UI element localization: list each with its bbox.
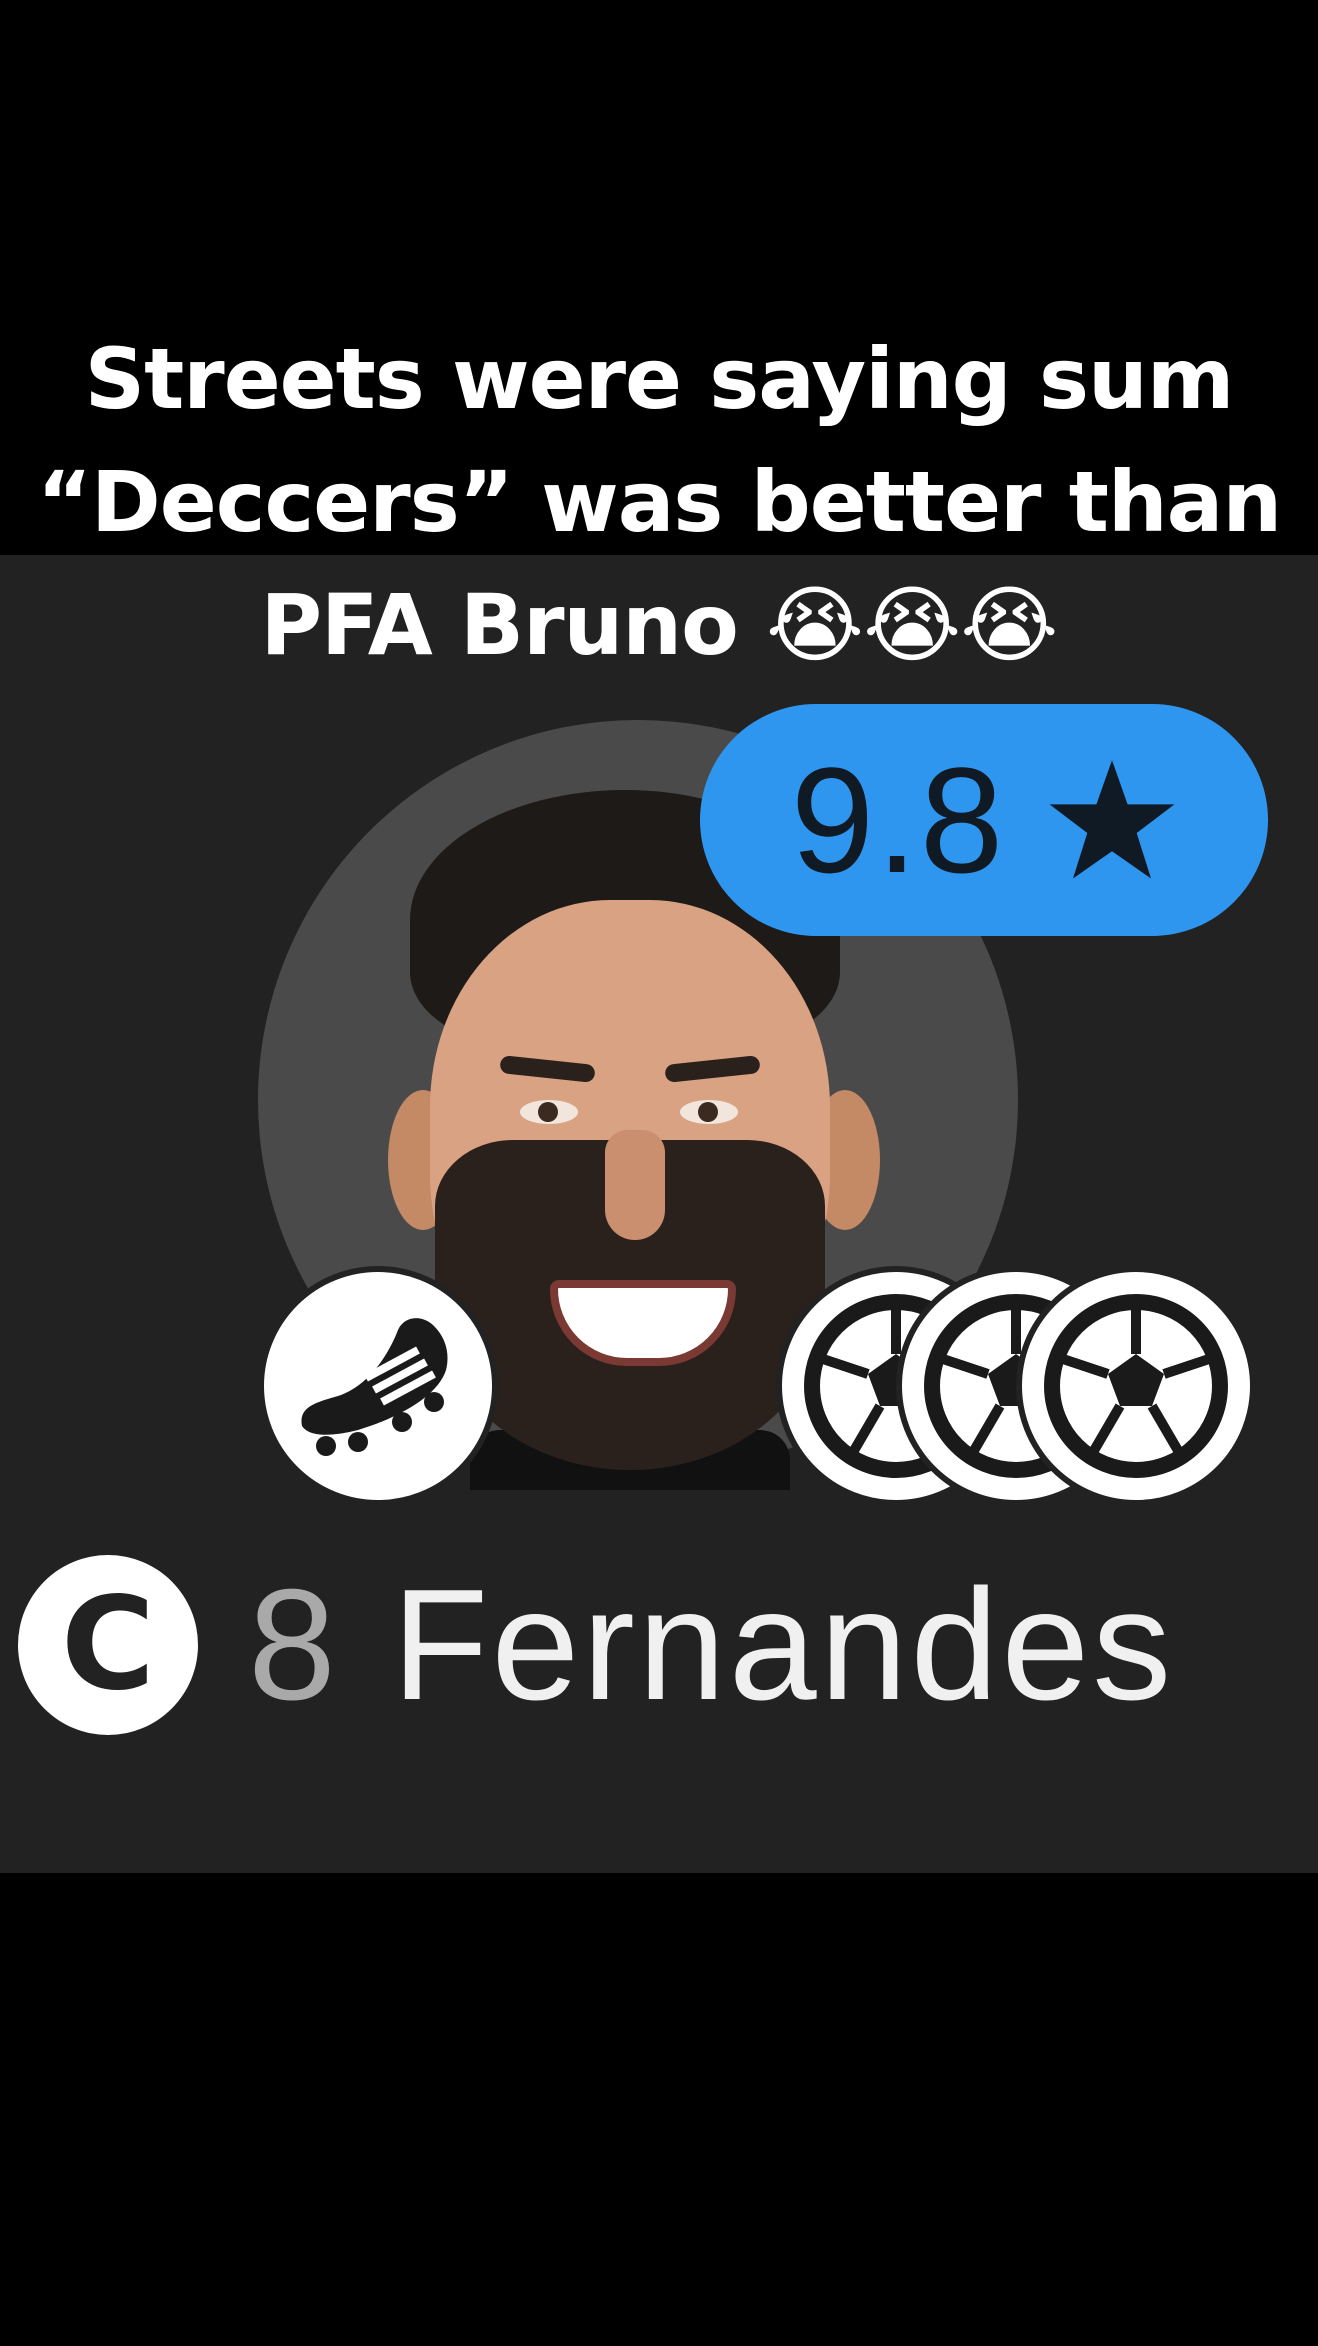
football-icon: [1016, 1266, 1256, 1506]
player-photo-eye-left: [520, 1100, 578, 1124]
captain-badge: C: [18, 1555, 198, 1735]
caption-line-3: PFA Bruno 😭😭😭: [260, 576, 1058, 674]
star-icon: [1049, 760, 1175, 879]
rating-value: 9.8: [790, 736, 1006, 904]
boot-icon: [258, 1266, 498, 1506]
caption-line-1: Streets were saying sum: [84, 330, 1235, 428]
player-photo-nose: [605, 1130, 665, 1240]
captain-badge-letter: C: [61, 1570, 155, 1719]
player-photo-eye-right: [680, 1100, 738, 1124]
shirt-number: 8: [248, 1557, 336, 1733]
player-name-row: C 8 Fernandes: [18, 1555, 1174, 1735]
caption-line-2: “Deccers” was better than: [36, 453, 1282, 551]
video-caption: Streets were saying sum “Deccers” was be…: [0, 318, 1318, 687]
player-name: Fernandes: [391, 1557, 1175, 1733]
rating-badge: 9.8: [700, 704, 1268, 936]
